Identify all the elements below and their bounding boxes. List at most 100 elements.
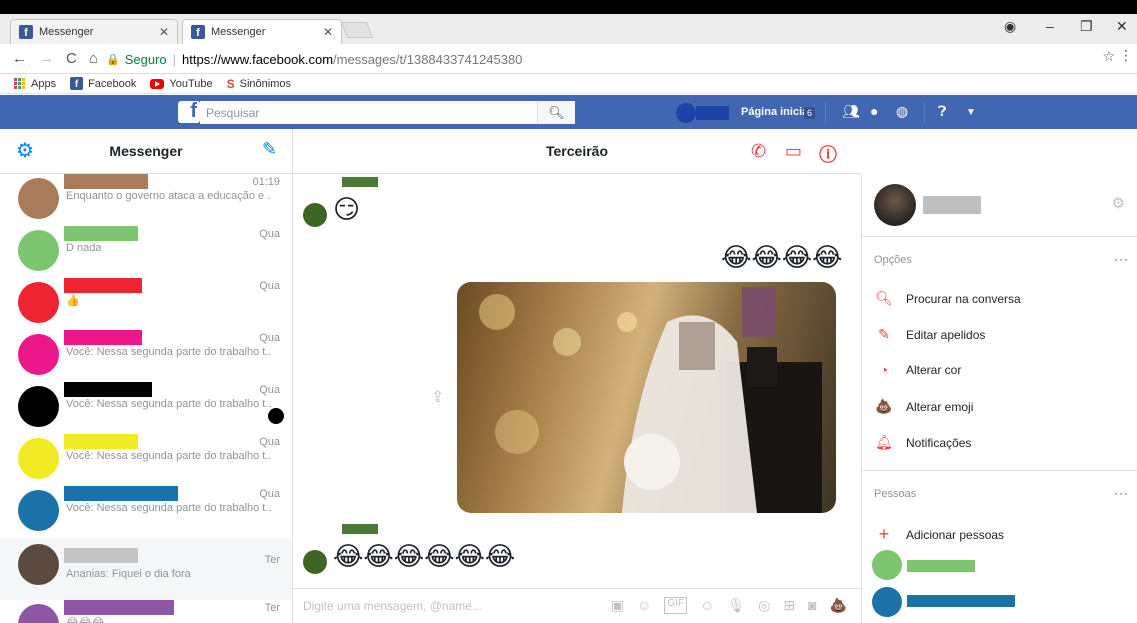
conversation-time: Qua <box>259 488 280 500</box>
avatar <box>18 178 59 219</box>
search-input[interactable]: Pesquisar 🔍︎ <box>200 101 575 124</box>
home-badge: 6 <box>804 107 816 119</box>
compose-new-message-icon[interactable]: ✎ <box>262 139 282 159</box>
chrome-menu-icon[interactable]: ⋮ <box>1119 47 1133 64</box>
person-name-redacted[interactable] <box>907 595 1015 607</box>
option-change-color[interactable]: ◔ Alterar cor <box>874 362 962 378</box>
option-label: Notificações <box>906 435 972 450</box>
conversation-list: Enquanto o governo ataca a educação e ..… <box>0 174 292 623</box>
new-tab-button[interactable] <box>341 22 373 38</box>
url-input[interactable]: 🔒 Seguro | https://www.facebook.com /mes… <box>106 48 1120 70</box>
image-icon[interactable]: ▣ <box>611 597 624 614</box>
dropdown-arrow-icon[interactable]: ▼ <box>966 107 976 118</box>
avatar[interactable] <box>874 184 916 226</box>
option-edit-nicknames[interactable]: ✎ Editar apelidos <box>874 326 985 343</box>
camera-icon[interactable]: ◙ <box>808 597 816 614</box>
bookmark-label: Sinônimos <box>239 77 291 90</box>
conversation-name-redacted <box>64 382 152 397</box>
url-host: https://www.facebook.com <box>182 51 334 67</box>
friend-requests-icon[interactable]: 👥︎ <box>842 103 860 120</box>
window-top-strip <box>0 0 1137 14</box>
bookmark-label: YouTube <box>169 77 213 90</box>
avatar[interactable] <box>676 103 696 123</box>
plus-icon: + <box>878 524 890 544</box>
conversation-snippet: Você: Nessa segunda parte do trabalho t.… <box>66 450 271 462</box>
divider <box>825 103 826 123</box>
call-icon[interactable]: ✆ <box>751 141 766 162</box>
tab-messenger-2[interactable]: f Messenger ✕ <box>182 19 342 44</box>
home-link[interactable]: Página inicial <box>741 106 811 118</box>
conversation-item[interactable]: Você: Nessa segunda parte do trabalho t.… <box>0 330 292 382</box>
share-icon[interactable]: ⇪ <box>431 387 444 407</box>
restore-icon[interactable]: ❐ <box>1080 18 1093 35</box>
conversation-item[interactable]: Você: Nessa segunda parte do trabalho t.… <box>0 486 292 538</box>
secure-label: Seguro <box>124 51 167 67</box>
more-people-icon[interactable]: ··· <box>1114 486 1129 500</box>
reload-icon[interactable]: C <box>66 50 77 67</box>
bookmark-sinonimos[interactable]: S Sinônimos <box>227 77 291 91</box>
option-change-emoji[interactable]: 💩 Alterar emoji <box>874 398 973 415</box>
messenger-title: Messenger <box>109 143 183 159</box>
profile-name-redacted[interactable] <box>696 106 729 120</box>
message-emoji: 😂😂😂😂😂😂 <box>333 541 516 571</box>
close-tab-icon[interactable]: ✕ <box>159 25 169 39</box>
option-search-conversation[interactable]: 🔍︎ Procurar na conversa <box>874 290 1021 307</box>
close-window-icon[interactable]: ✕ <box>1116 18 1128 35</box>
settings-gear-icon[interactable]: ⚙ <box>1112 194 1125 212</box>
profile-icon[interactable]: ◉ <box>1004 18 1016 35</box>
conversation-item[interactable]: 👍 Qua <box>0 278 292 330</box>
sender-name-redacted <box>342 177 378 187</box>
conversation-item[interactable]: Você: Nessa segunda parte do trabalho t.… <box>0 382 292 434</box>
home-icon[interactable]: ⌂ <box>89 50 98 67</box>
bookmark-facebook[interactable]: f Facebook <box>70 77 136 90</box>
messages-icon[interactable]: ● <box>870 103 878 119</box>
sticker-icon[interactable]: ☺ <box>637 597 651 614</box>
bookmark-youtube[interactable]: YouTube <box>150 77 213 90</box>
emoji-icon[interactable]: ☺ <box>700 597 714 614</box>
option-notifications[interactable]: 🔔︎ Notificações <box>874 434 971 451</box>
message-composer: Digite uma mensagem, @name... ▣ ☺ GIF ☺ … <box>293 588 861 623</box>
mic-icon[interactable]: 🎙︎ <box>727 597 745 614</box>
bookmark-star-icon[interactable]: ☆ <box>1102 48 1115 65</box>
conversation-item[interactable]: 😂😂😂 Ter <box>0 600 292 623</box>
shared-photo[interactable] <box>457 282 836 513</box>
minimize-icon[interactable]: – <box>1046 18 1054 34</box>
settings-gear-icon[interactable]: ⚙ <box>16 140 38 162</box>
audio-icon[interactable]: ◎ <box>758 597 770 614</box>
conversation-item[interactable]: Você: Nessa segunda parte do trabalho t.… <box>0 434 292 486</box>
address-bar: ← → C ⌂ 🔒 Seguro | https://www.facebook.… <box>0 44 1137 74</box>
message-input[interactable]: Digite uma mensagem, @name... <box>303 599 482 613</box>
notifications-globe-icon[interactable]: ◍ <box>896 103 908 120</box>
video-call-icon[interactable]: ▭ <box>785 141 802 162</box>
apps-grid-icon <box>14 77 26 90</box>
avatar[interactable] <box>872 550 902 580</box>
facebook-logo-icon[interactable]: f <box>178 100 200 123</box>
avatar[interactable] <box>303 203 327 227</box>
tab-messenger-1[interactable]: f Messenger ✕ <box>10 19 178 44</box>
people-title: Pessoas <box>874 488 917 500</box>
avatar[interactable] <box>303 550 327 574</box>
forward-icon[interactable]: → <box>39 50 54 67</box>
bookmark-label: Facebook <box>88 77 137 90</box>
bookmark-apps[interactable]: Apps <box>14 77 57 90</box>
info-icon[interactable]: ⓘ <box>819 141 837 167</box>
help-icon[interactable]: ❓︎ <box>938 103 946 120</box>
game-icon[interactable]: ⊞ <box>783 597 795 614</box>
gif-icon[interactable]: GIF <box>664 597 688 614</box>
person-name-redacted[interactable] <box>907 560 975 572</box>
add-people-button[interactable]: + Adicionar pessoas <box>874 524 1004 545</box>
back-icon[interactable]: ← <box>12 50 27 67</box>
more-options-icon[interactable]: ··· <box>1114 252 1129 266</box>
poop-emoji-icon[interactable]: 💩 <box>830 597 847 614</box>
conversation-item[interactable]: Enquanto o governo ataca a educação e ..… <box>0 174 292 226</box>
youtube-icon <box>150 78 165 89</box>
avatar[interactable] <box>872 587 902 617</box>
conversation-item[interactable]: D nada Qua <box>0 226 292 278</box>
tab-label: Messenger <box>39 26 94 38</box>
conversation-item[interactable]: Ananias: Fiquei o dia fora Ter <box>0 538 292 600</box>
conversation-time: Qua <box>259 280 280 292</box>
search-icon[interactable]: 🔍︎ <box>537 101 575 124</box>
bookmark-label: Apps <box>31 77 57 90</box>
bell-icon: 🔔︎ <box>875 434 893 450</box>
close-tab-icon[interactable]: ✕ <box>323 25 333 39</box>
